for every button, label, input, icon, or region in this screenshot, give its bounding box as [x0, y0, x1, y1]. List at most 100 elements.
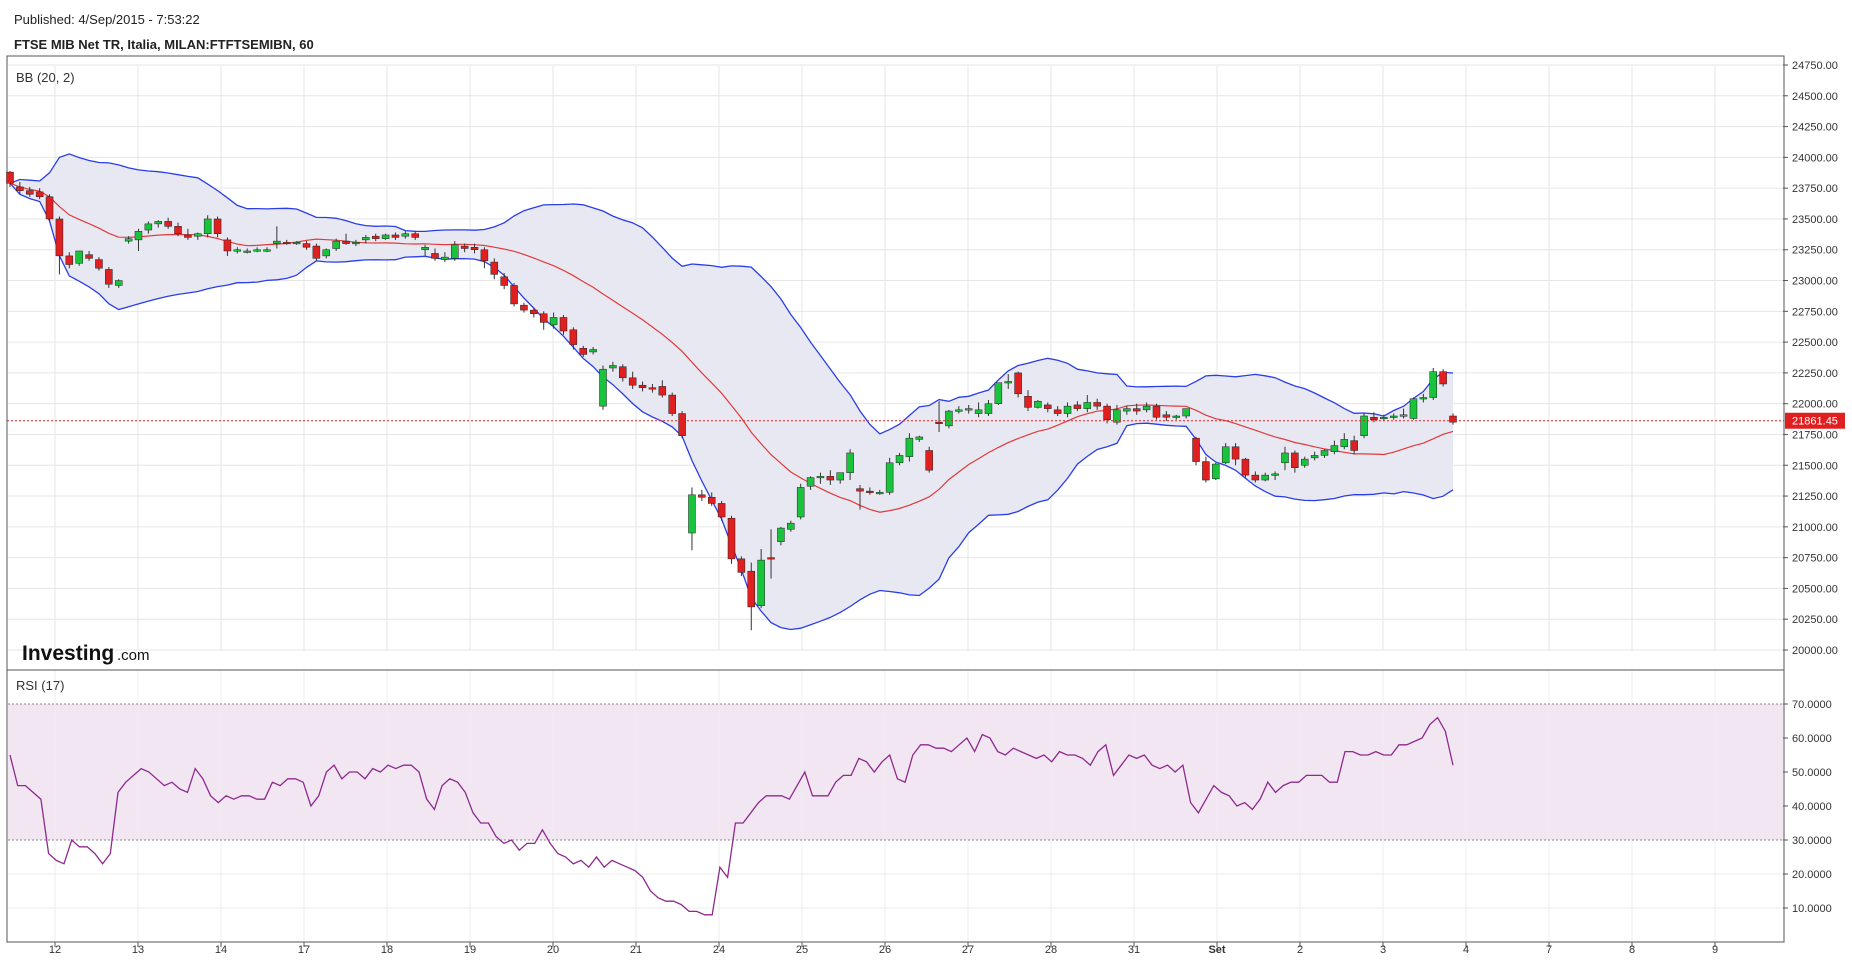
candle-down: [16, 186, 24, 191]
candle-down: [1053, 409, 1062, 414]
candle-up: [1034, 400, 1042, 408]
candle-up: [777, 527, 785, 542]
candle-up: [322, 249, 331, 257]
candle-up: [1320, 450, 1329, 456]
candle-down: [1132, 408, 1141, 412]
candle-down: [1044, 404, 1052, 409]
candle-down: [371, 235, 380, 239]
candle-down: [1073, 404, 1082, 409]
candle-up: [915, 436, 924, 440]
candle-up: [964, 408, 973, 411]
candle-up: [787, 522, 795, 530]
candle-up: [836, 472, 844, 481]
y-tick-label: 21000.00: [1792, 522, 1838, 534]
candle-down: [105, 269, 113, 285]
rsi-label: RSI (17): [16, 678, 64, 693]
x-tick-label: 21: [630, 944, 642, 956]
candle-up: [1360, 415, 1368, 436]
candle-up: [846, 452, 854, 473]
candle-down: [510, 285, 518, 305]
candle-down: [1024, 396, 1032, 408]
y-tick-label: 21500.00: [1792, 460, 1838, 472]
y-tick-label: 30.0000: [1792, 835, 1832, 847]
candle-down: [747, 570, 756, 608]
x-tick-label: 8: [1629, 944, 1635, 956]
candle-down: [500, 276, 508, 286]
candle-up: [609, 365, 617, 369]
candle-down: [737, 558, 746, 573]
candle-up: [876, 492, 884, 495]
x-tick-label: 4: [1463, 944, 1469, 956]
candle-down: [1103, 405, 1111, 420]
candle-down: [1202, 461, 1210, 481]
x-tick-label: 17: [298, 944, 310, 956]
candle-down: [1251, 474, 1260, 481]
logo-suffix: .com: [117, 647, 150, 664]
y-tick-label: 10.0000: [1792, 903, 1832, 915]
candle-up: [589, 349, 597, 353]
y-tick-label: 70.0000: [1792, 699, 1832, 711]
candle-up: [974, 409, 983, 414]
candle-up: [895, 455, 904, 464]
candle-down: [35, 191, 44, 198]
candle-up: [945, 410, 953, 427]
candle-up: [263, 249, 271, 252]
candle-up: [1271, 473, 1279, 476]
candle-down: [925, 450, 933, 471]
candle-up: [1389, 415, 1398, 418]
candle-up: [1300, 458, 1309, 466]
candle-up: [1142, 405, 1151, 411]
candle-down: [342, 240, 350, 244]
candle-down: [1350, 440, 1358, 451]
candle-down: [579, 348, 587, 355]
candle-down: [55, 218, 64, 257]
x-tick-label: 7: [1546, 944, 1552, 956]
y-tick-label: 24750.00: [1792, 60, 1838, 72]
candle-down: [1439, 371, 1447, 385]
candle-up: [273, 240, 281, 244]
candle-down: [391, 234, 400, 238]
x-tick-label: 20: [547, 944, 559, 956]
candle-down: [164, 221, 172, 227]
candle-up: [441, 256, 449, 260]
candle-down: [174, 226, 182, 234]
y-tick-label: 20.0000: [1792, 869, 1832, 881]
candle-up: [757, 559, 765, 606]
candle-down: [717, 503, 726, 518]
candle-down: [85, 254, 93, 259]
x-axis: 12 13 14 17 18 19 20 21 24 25 26 27 28 31 Set 2 3 4 7 8 9: [49, 942, 1718, 956]
candle-up: [1083, 402, 1092, 409]
x-tick-label: 26: [879, 944, 891, 956]
candle-down: [1162, 414, 1171, 418]
y-tick-label: 23000.00: [1792, 276, 1838, 288]
candle-down: [6, 171, 14, 184]
candle-down: [935, 421, 943, 424]
y-tick-label: 22250.00: [1792, 368, 1838, 380]
candle-down: [628, 377, 637, 386]
candle-up: [1221, 446, 1230, 464]
candle-up: [154, 221, 163, 225]
candle-up: [994, 382, 1003, 404]
bollinger-label: BB (20, 2): [16, 70, 75, 85]
y-tick-label: 50.0000: [1792, 767, 1832, 779]
candle-up: [401, 233, 410, 237]
candle-down: [223, 239, 232, 252]
candle-up: [381, 234, 390, 239]
candle-up: [144, 223, 153, 231]
candle-up: [1182, 408, 1190, 417]
y-tick-label: 21750.00: [1792, 429, 1838, 441]
chart-canvas[interactable]: 24750.0024500.0024250.0024000.0023750.00…: [0, 0, 1852, 973]
candle-down: [1291, 452, 1299, 468]
candle-up: [1004, 381, 1012, 384]
y-tick-label: 23500.00: [1792, 214, 1838, 226]
candle-up: [253, 249, 261, 252]
candle-up: [451, 244, 459, 259]
candle-down: [638, 384, 647, 388]
candle-up: [362, 237, 370, 241]
candle-up: [203, 218, 212, 234]
candle-up: [194, 233, 202, 237]
rsi-y-axis: 70.0000 60.0000 50.0000 40.0000 30.0000 20.00…: [1783, 699, 1832, 915]
candle-down: [460, 245, 469, 249]
candle-down: [678, 413, 686, 436]
candle-up: [955, 409, 963, 412]
